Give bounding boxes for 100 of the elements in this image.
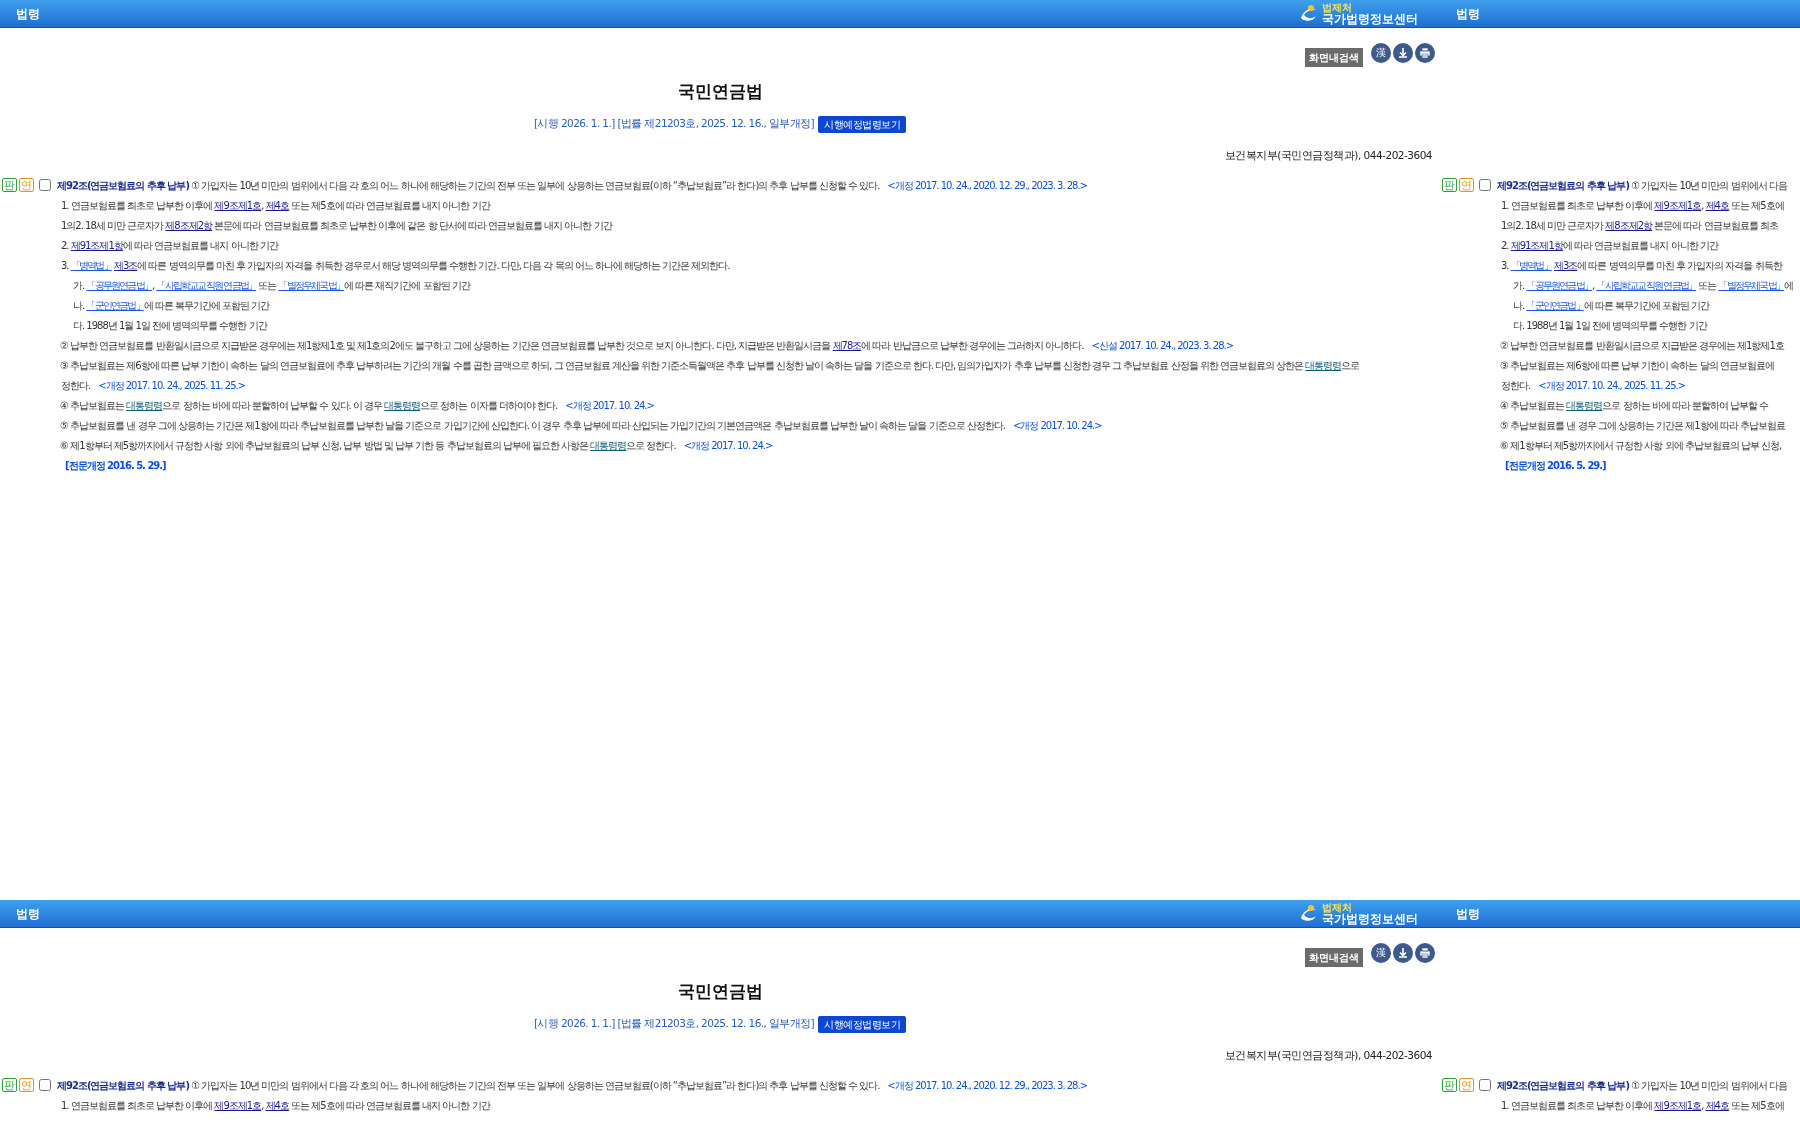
subitem-line: 나. 「군인연금법」에 따른 복무기간에 포함된 기간 [73,298,270,313]
article-badge[interactable]: 판 [1442,1078,1457,1092]
find-on-page-button[interactable]: 화면내검색 [1305,948,1363,967]
paragraph-line: ⑥ 제1항부터 제5항까지에서 규정한 사항 외에 추납보험료의 납부 신청, 납부 방법 및 납부 기한 등 추납보험료의 납부에 필요한 사항은 대통령령으로 정한다. <개정 2017. 10. 24.> [60,438,773,453]
item-line: 1. 연금보험료를 최초로 납부한 이후에 제9조제1호, 제4호 또는 제5호에 [1501,198,1784,213]
paragraph-line: ② 납부한 연금보험료를 반환일시금으로 지급받은 경우에는 제1항제1호 및 제1호의2에도 불구하고 그에 상응하는 기간은 연금보험료를 납부한 것으로 보지 아니한다. 다만, 지급받은 반환일시금을 제78조에 따라 반납금으로 납부한 경우에는 그러하지 아니하다. <신설 2017. 10. 24., 2023. 3. 28.> [60,338,1234,353]
article-badge[interactable]: 판 [2,178,17,192]
decree-link[interactable]: 대통령령 [126,399,163,411]
paragraph-line: ② 납부한 연금보험료를 반환일시금으로 지급받은 경우에는 제1항제1호 [1500,338,1784,353]
article-heading-line: 제92조(연금보험료의 추후 납부) ① 가입자는 10년 미만의 범위에서 다음 각 호의 어느 하나에 해당하는 기간의 전부 또는 일부에 상응하는 연금보험료(이하 “추납보험료”라 한다)의 추후 납부를 신청할 수 있다. <개정 2017. 10. 24., 2020. 12. 29., 2023. 3. 28.> [57,1078,1088,1093]
item-line: 1. 연금보험료를 최초로 납부한 이후에 제9조제1호, 제4호 또는 제5호에 [1501,1098,1784,1113]
paragraph-line: ⑤ 추납보험료를 낸 경우 그에 상응하는 기간은 제1항에 따라 추납보험료 [1500,418,1785,433]
article-heading-line: 제92조(연금보험료의 추후 납부) ① 가입자는 10년 미만의 범위에서 다음 [1497,178,1787,193]
article-checkbox[interactable] [39,1079,51,1091]
article-heading-line: 제92조(연금보험료의 추후 납부) ① 가입자는 10년 미만의 범위에서 다음 각 호의 어느 하나에 해당하는 기간의 전부 또는 일부에 상응하는 연금보험료(이하 “추납보험료”라 한다)의 추후 납부를 신청할 수 있다. <개정 2017. 10. 24., 2020. 12. 29., 2023. 3. 28.> [57,178,1088,193]
download-button[interactable] [1393,943,1413,963]
download-button[interactable] [1393,43,1413,63]
law-link[interactable]: 「군인연금법」 [86,299,144,311]
future-law-button[interactable]: 시행예정법령보기 [818,1015,907,1033]
article-link[interactable]: 제8조제2항 [1605,219,1653,231]
article-checkbox[interactable] [1479,179,1491,191]
item-line: 2. 제91조제1항에 따라 연금보험료를 내지 아니한 기간 [1501,238,1718,253]
article-badge[interactable]: 판 [1442,178,1457,192]
article-link[interactable]: 제4호 [265,1099,289,1111]
law-link[interactable]: 「병역법」 [70,259,112,271]
article-link[interactable]: 제4호 [265,199,289,211]
decree-link[interactable]: 대통령령 [1566,399,1603,411]
law-title: 국민연금법 [677,80,763,104]
item-line: 1. 연금보험료를 최초로 납부한 이후에 제9조제1호, 제4호 또는 제5호에 따라 연금보험료를 내지 아니한 기간 [61,1098,490,1113]
law-link[interactable]: 「별정우체국법」 [1718,279,1785,291]
subitem-line: 다. 1988년 1월 1일 전에 병역의무를 수행한 기간 [73,318,267,333]
logo-subtitle: 법제처 [1322,2,1352,13]
hanja-button[interactable]: 漢 [1371,43,1391,63]
decree-link[interactable]: 대통령령 [1305,359,1342,371]
law-link[interactable]: 「군인연금법」 [1526,299,1584,311]
article-checkbox[interactable] [1479,1079,1491,1091]
law-link[interactable]: 「별정우체국법」 [278,279,345,291]
subitem-line: 나. 「군인연금법」에 따른 복무기간에 포함된 기간 [1513,298,1710,313]
law-link[interactable]: 「공무원연금법」 [1526,279,1592,291]
article-link[interactable]: 제78조 [832,339,862,351]
subitem-line: 가. 「공무원연금법」, 「사립학교교직원 연금법」 또는 「별정우체국법」에 따른 재직기간에 포함된 기간 [73,278,470,293]
print-button[interactable] [1415,43,1435,63]
logo-title: 국가법령정보센터 [1322,912,1418,925]
amendment-note: <개정 2017. 10. 24., 2020. 12. 29., 2023. 3. 28.> [887,179,1088,191]
law-link[interactable]: 「사립학교교직원 연금법」 [156,279,257,291]
law-link[interactable]: 「병역법」 [1510,259,1552,271]
amendment-history: [전문개정 2016. 5. 29.] [1505,458,1606,473]
paragraph-line: 정한다. <개정 2017. 10. 24., 2025. 11. 25.> [1501,378,1686,393]
future-law-button[interactable]: 시행예정법령보기 [818,115,907,133]
article-heading-line: 제92조(연금보험료의 추후 납부) ① 가입자는 10년 미만의 범위에서 다음 [1497,1078,1787,1093]
article-link[interactable]: 제4호 [1705,1099,1729,1111]
section-label: 법령 [15,905,40,923]
section-label: 법령 [1455,905,1480,923]
item-line: 2. 제91조제1항에 따라 연금보험료를 내지 아니한 기간 [61,238,278,253]
item-line: 1의2. 18세 미만 근로자가 제8조제2항 본문에 따라 연금보험료를 최초로 납부한 이후에 같은 항 단서에 따라 연금보험료를 내지 아니한 기간 [61,218,612,233]
logo-subtitle: 법제처 [1322,902,1352,913]
find-on-page-button[interactable]: 화면내검색 [1305,48,1363,67]
amendment-note: <개정 2017. 10. 24., 2020. 12. 29., 2023. 3. 28.> [887,1079,1088,1091]
ministry-contact: 보건복지부(국민연금정책과), 044-202-3604 [1224,1047,1432,1063]
article-badge[interactable]: 판 [2,1078,17,1092]
subitem-line: 다. 1988년 1월 1일 전에 병역의무를 수행한 기간 [1513,318,1707,333]
paragraph-line: ③ 추납보험료는 제6항에 따른 납부 기한이 속하는 달의 연금보험료에 [1500,358,1774,373]
item-line: 1. 연금보험료를 최초로 납부한 이후에 제9조제1호, 제4호 또는 제5호에 따라 연금보험료를 내지 아니한 기간 [61,198,490,213]
amendment-note: <개정 2017. 10. 24.> [683,439,773,451]
item-line: 3. 「병역법」 제3조에 따른 병역의무를 마친 후 가입자의 자격을 취득한 경우로서 해당 병역의무를 수행한 기간. 다만, 다음 각 목의 어느 하나에 해당하는 기간은 제외한다. [61,258,730,273]
decree-link[interactable]: 대통령령 [384,399,421,411]
amendment-note: <개정 2017. 10. 24., 2025. 11. 25.> [98,379,246,391]
section-label: 법령 [1455,5,1480,23]
print-button[interactable] [1415,943,1435,963]
hanja-button[interactable]: 漢 [1371,943,1391,963]
section-label: 법령 [15,5,40,23]
article-checkbox[interactable] [39,179,51,191]
article-link[interactable]: 제8조제2항 [165,219,213,231]
paragraph-line: ⑥ 제1항부터 제5항까지에서 규정한 사항 외에 추납보험료의 납부 신청, [1500,438,1782,453]
paragraph-line: 정한다. <개정 2017. 10. 24., 2025. 11. 25.> [61,378,246,393]
paragraph-line: ④ 추납보험료는 대통령령으로 정하는 바에 따라 분할하여 납부할 수 [1500,398,1769,413]
article-link[interactable]: 제3조 [113,259,138,271]
amendment-history: [전문개정 2016. 5. 29.] [65,458,166,473]
item-line: 3. 「병역법」 제3조에 따른 병역의무를 마친 후 가입자의 자격을 취득한 [1501,258,1782,273]
ministry-contact: 보건복지부(국민연금정책과), 044-202-3604 [1224,147,1432,163]
paragraph-line: ⑤ 추납보험료를 낸 경우 그에 상응하는 기간은 제1항에 따라 추납보험료를 납부한 날을 기준으로 가입기간에 산입한다. 이 경우 추후 납부에 따라 산입되는 가입기간의 기본연금액은 추납보험료를 납부한 날이 속하는 달을 기준으로 산정한다. <개정 2017. 10. 24.> [60,418,1102,433]
decree-link[interactable]: 대통령령 [590,439,627,451]
logo-title: 국가법령정보센터 [1322,12,1418,25]
paragraph-line: ④ 추납보험료는 대통령령으로 정하는 바에 따라 분할하여 납부할 수 있다. 이 경우 대통령령으로 정하는 이자를 더하여야 한다. <개정 2017. 10. 24.> [60,398,654,413]
article-link[interactable]: 제91조제1항 [70,239,123,251]
article-link[interactable]: 제4호 [1705,199,1729,211]
law-title: 국민연금법 [677,980,763,1004]
subitem-line: 가. 「공무원연금법」, 「사립학교교직원 연금법」 또는 「별정우체국법」에 [1513,278,1794,293]
enforcement-info: [시행 2026. 1. 1.] [법률 제21203호, 2025. 12. 16., 일부개정] [533,116,815,132]
law-link[interactable]: 「공무원연금법」 [86,279,152,291]
article-link[interactable]: 제91조제1항 [1510,239,1563,251]
enforcement-info: [시행 2026. 1. 1.] [법률 제21203호, 2025. 12. 16., 일부개정] [533,1016,815,1032]
article-link[interactable]: 제3조 [1553,259,1578,271]
law-link[interactable]: 「사립학교교직원 연금법」 [1596,279,1697,291]
amendment-note: <신설 2017. 10. 24., 2023. 3. 28.> [1091,339,1234,351]
paragraph-line: ③ 추납보험료는 제6항에 따른 납부 기한이 속하는 달의 연금보험료에 추후 납부하려는 기간의 개월 수를 곱한 금액으로 하되, 그 연금보험료 계산을 위한 기준소득월액은 추후 납부를 신청한 날이 속하는 달을 기준으로 한다. 다만, 임의가입자가 추후 납부를 신청한 경우 그 추납보험료 산정을 위한 연금보험료의 상한은 대통령령으로 [60,358,1360,373]
amendment-note: <개정 2017. 10. 24.> [565,399,654,411]
amendment-note: <개정 2017. 10. 24., 2025. 11. 25.> [1538,379,1686,391]
amendment-note: <개정 2017. 10. 24.> [1012,419,1102,431]
item-line: 1의2. 18세 미만 근로자가 제8조제2항 본문에 따라 연금보험료를 최초 [1501,218,1778,233]
